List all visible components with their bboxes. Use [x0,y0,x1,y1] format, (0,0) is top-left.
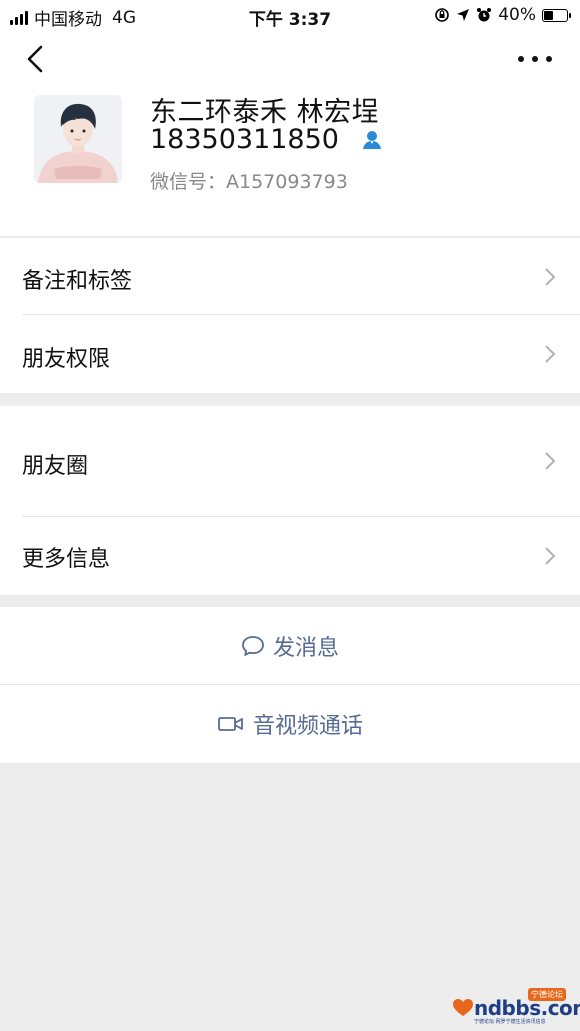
battery-level [544,10,553,20]
more-info-row[interactable]: 更多信息 [0,517,580,595]
more-dot-icon [518,56,524,62]
chevron-right-icon [545,452,556,470]
location-arrow-icon [457,9,470,21]
chevron-right-icon [545,547,556,565]
more-dot-icon [532,56,538,62]
back-icon[interactable] [22,44,52,74]
watermark-tagline: 宁德论坛·网罗宁德生活资讯信息 [474,1019,546,1025]
battery-icon [542,8,571,22]
video-camera-icon [218,717,243,731]
battery-percent: 40% [498,5,536,25]
friend-permissions-row[interactable]: 朋友权限 [0,315,580,393]
contact-person-icon [362,130,381,149]
watermark-badge: 宁德论坛 [528,988,566,1001]
avatar-illustration [34,95,122,183]
video-call-content: 音视频通话 [217,708,363,740]
orientation-lock-icon [435,8,450,22]
remark-tags-label: 备注和标签 [22,269,133,294]
speech-bubble-icon [242,636,264,656]
heart-logo-icon [453,999,473,1016]
site-watermark: ndbbs.com 宁德论坛 宁德论坛·网罗宁德生活资讯信息 [452,988,580,1028]
remark-tags-row[interactable]: 备注和标签 [0,238,580,315]
alarm-clock-icon [477,8,492,22]
contact-phone: 18350311850 [150,124,339,155]
profile-header: 东二环泰禾 林宏埕 18350311850 微信号：A157093793 [0,32,580,236]
more-options-button[interactable] [518,52,552,66]
chevron-right-icon [545,345,556,363]
more-dot-icon [546,56,552,62]
video-call-label: 音视频通话 [252,714,363,739]
friend-permissions-label: 朋友权限 [22,347,111,372]
chevron-right-icon [545,268,556,286]
avatar[interactable] [34,95,122,183]
status-bar: 中国移动 4G 下午 3:37 40% [0,0,580,32]
send-message-content: 发消息 [241,630,339,662]
send-message-button[interactable]: 发消息 [0,607,580,685]
moments-row[interactable]: 朋友圈 [0,406,580,517]
moments-label: 朋友圈 [22,454,89,479]
wechat-id: 微信号：A157093793 [150,171,348,193]
video-call-button[interactable]: 音视频通话 [0,685,580,763]
status-right: 40% [434,5,571,25]
more-info-label: 更多信息 [22,547,111,572]
phone-row: 18350311850 [150,124,383,155]
send-message-label: 发消息 [272,636,339,661]
